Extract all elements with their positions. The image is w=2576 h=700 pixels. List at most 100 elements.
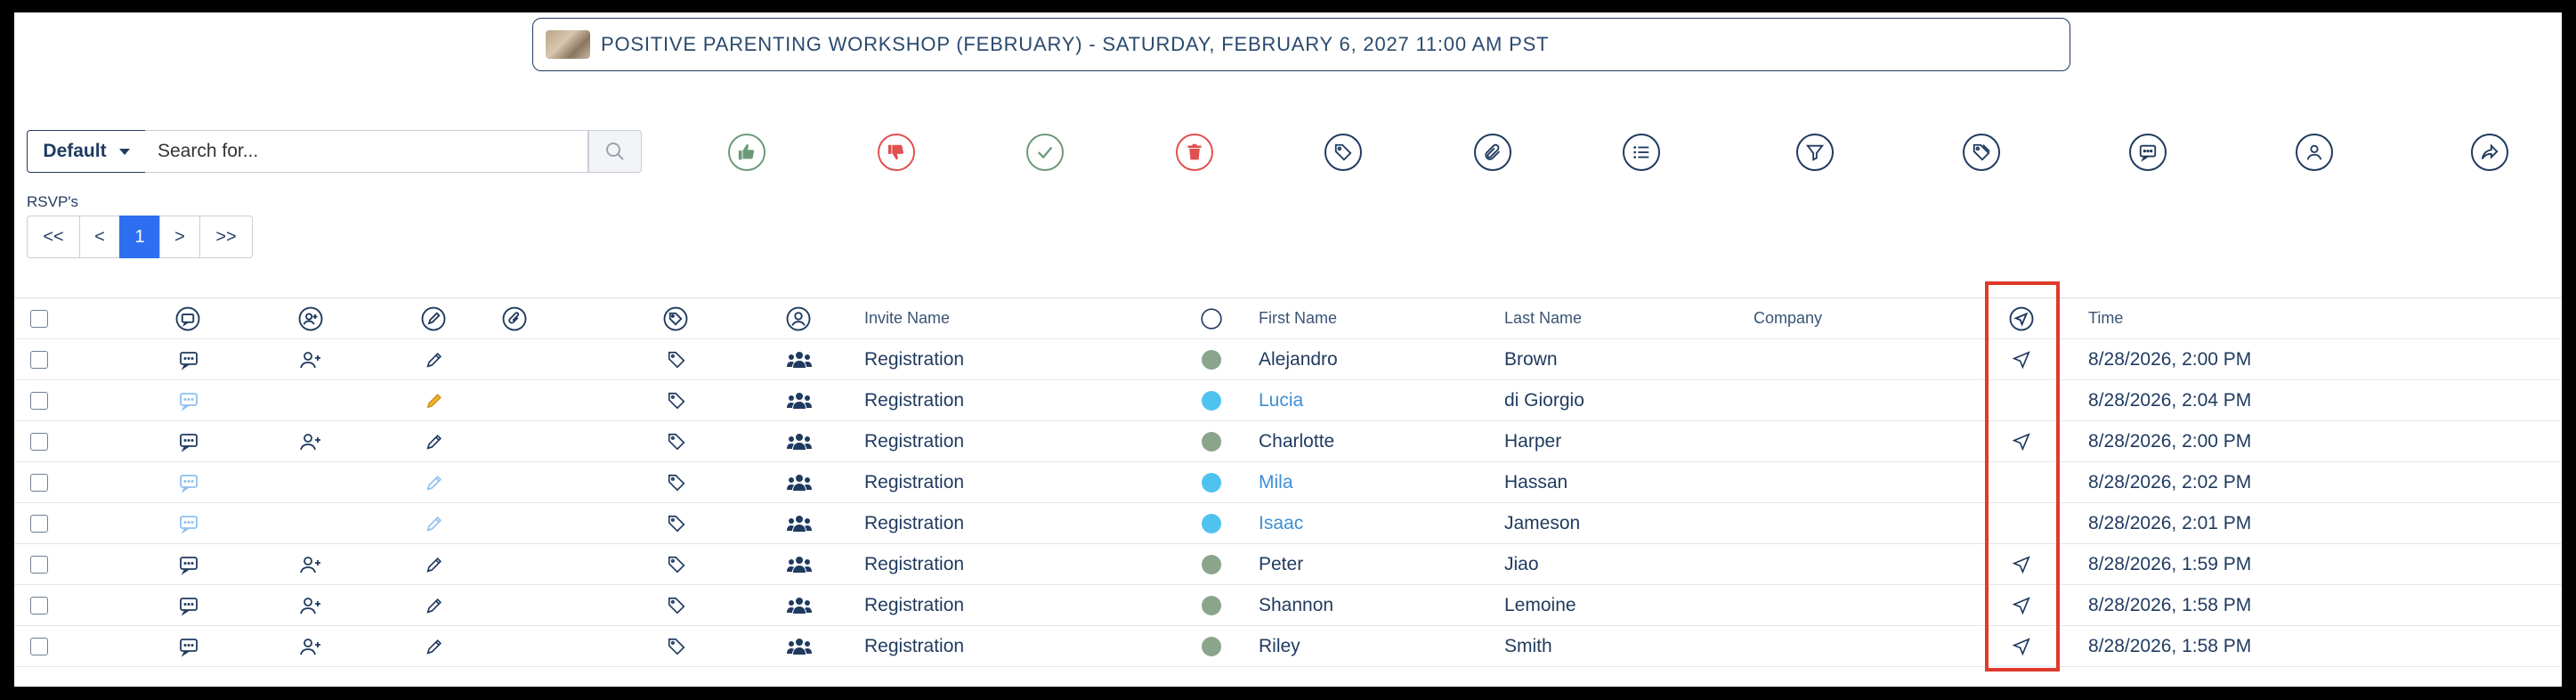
first-page-button[interactable]: << bbox=[27, 216, 80, 258]
table-row[interactable]: Registration Peter Jiao 8/28/2026, 1:59 … bbox=[14, 544, 2562, 585]
row-checkbox[interactable] bbox=[30, 350, 48, 369]
status-column-icon[interactable] bbox=[1200, 307, 1223, 330]
thumbs-up-icon[interactable] bbox=[728, 134, 766, 171]
tag-icon[interactable] bbox=[667, 473, 686, 492]
chat-icon[interactable] bbox=[178, 636, 199, 657]
invite-name: Registration bbox=[864, 512, 965, 533]
table-body: Registration Alejandro Brown 8/28/2026, … bbox=[14, 339, 2562, 667]
add-user-icon[interactable] bbox=[299, 431, 322, 452]
chat-icon[interactable] bbox=[178, 390, 199, 411]
tag-icon[interactable] bbox=[667, 596, 686, 615]
page-1-button[interactable]: 1 bbox=[119, 216, 160, 258]
navigation-arrow-icon[interactable] bbox=[2012, 432, 2031, 452]
chat-column-icon[interactable] bbox=[174, 305, 201, 332]
event-title-bar[interactable]: POSITIVE PARENTING WORKSHOP (FEBRUARY) -… bbox=[532, 18, 2070, 71]
user-circle-icon[interactable] bbox=[2296, 134, 2333, 171]
group-icon[interactable] bbox=[787, 391, 812, 411]
table-row[interactable]: Registration Riley Smith 8/28/2026, 1:58… bbox=[14, 626, 2562, 667]
edit-pencil-icon[interactable] bbox=[425, 596, 444, 615]
last-name: Brown bbox=[1504, 348, 1558, 370]
row-checkbox[interactable] bbox=[30, 391, 48, 410]
table-row[interactable]: Registration Isaac Jameson 8/28/2026, 2:… bbox=[14, 503, 2562, 544]
group-icon[interactable] bbox=[787, 432, 812, 452]
group-icon[interactable] bbox=[787, 514, 812, 533]
tag-icon[interactable] bbox=[667, 350, 686, 370]
paperclip-icon[interactable] bbox=[1474, 134, 1511, 171]
edit-column-icon[interactable] bbox=[420, 305, 447, 332]
edit-pencil-icon[interactable] bbox=[425, 555, 444, 574]
row-checkbox[interactable] bbox=[30, 596, 48, 615]
row-checkbox[interactable] bbox=[30, 514, 48, 533]
chat-icon[interactable] bbox=[178, 595, 199, 616]
navigation-column-icon[interactable] bbox=[2008, 305, 2035, 332]
row-checkbox[interactable] bbox=[30, 637, 48, 655]
header-time[interactable]: Time bbox=[2088, 298, 2123, 338]
user-column-icon[interactable] bbox=[785, 305, 812, 332]
edit-pencil-icon[interactable] bbox=[425, 350, 444, 370]
search-button[interactable] bbox=[588, 130, 642, 173]
edit-pencil-icon[interactable] bbox=[425, 637, 444, 656]
add-user-icon[interactable] bbox=[299, 554, 322, 575]
tag-icon[interactable] bbox=[667, 514, 686, 533]
tag-icon[interactable] bbox=[1324, 134, 1362, 171]
prev-page-button[interactable]: < bbox=[79, 216, 120, 258]
header-invite-name[interactable]: Invite Name bbox=[864, 298, 950, 338]
chat-icon[interactable] bbox=[178, 472, 199, 493]
group-icon[interactable] bbox=[787, 596, 812, 615]
table-row[interactable]: Registration Lucia di Giorgio 8/28/2026,… bbox=[14, 380, 2562, 421]
tags-icon[interactable] bbox=[1963, 134, 2000, 171]
header-last-name[interactable]: Last Name bbox=[1504, 298, 1582, 338]
table-row[interactable]: Registration Mila Hassan 8/28/2026, 2:02… bbox=[14, 462, 2562, 503]
view-select-button[interactable]: Default bbox=[27, 130, 146, 173]
filter-icon[interactable] bbox=[1796, 134, 1834, 171]
chat-icon[interactable] bbox=[178, 554, 199, 575]
edit-pencil-icon[interactable] bbox=[425, 432, 444, 452]
first-name[interactable]: Isaac bbox=[1259, 503, 1303, 543]
add-user-column-icon[interactable] bbox=[297, 305, 324, 332]
tag-icon[interactable] bbox=[667, 432, 686, 452]
row-checkbox[interactable] bbox=[30, 473, 48, 492]
search-input[interactable] bbox=[145, 130, 588, 173]
next-page-button[interactable]: > bbox=[159, 216, 200, 258]
table-row[interactable]: Registration Charlotte Harper 8/28/2026,… bbox=[14, 421, 2562, 462]
group-icon[interactable] bbox=[787, 473, 812, 492]
chat-icon[interactable] bbox=[2129, 134, 2167, 171]
invite-name: Registration bbox=[864, 348, 965, 370]
edit-pencil-icon[interactable] bbox=[425, 473, 444, 492]
row-checkbox[interactable] bbox=[30, 555, 48, 574]
edit-pencil-icon[interactable] bbox=[425, 391, 444, 411]
navigation-arrow-icon[interactable] bbox=[2012, 596, 2031, 615]
first-name[interactable]: Mila bbox=[1259, 462, 1293, 502]
add-user-icon[interactable] bbox=[299, 595, 322, 616]
row-checkbox[interactable] bbox=[30, 432, 48, 451]
table-row[interactable]: Registration Shannon Lemoine 8/28/2026, … bbox=[14, 585, 2562, 626]
tag-column-icon[interactable] bbox=[662, 305, 689, 332]
attachment-column-icon[interactable] bbox=[501, 305, 528, 332]
list-icon[interactable] bbox=[1623, 134, 1660, 171]
tag-icon[interactable] bbox=[667, 391, 686, 411]
table-row[interactable]: Registration Alejandro Brown 8/28/2026, … bbox=[14, 339, 2562, 380]
edit-pencil-icon[interactable] bbox=[425, 514, 444, 533]
group-icon[interactable] bbox=[787, 637, 812, 656]
select-all-checkbox[interactable] bbox=[30, 309, 48, 328]
share-icon[interactable] bbox=[2471, 134, 2508, 171]
last-page-button[interactable]: >> bbox=[199, 216, 253, 258]
trash-icon[interactable] bbox=[1176, 134, 1213, 171]
navigation-arrow-icon[interactable] bbox=[2012, 350, 2031, 370]
check-circle-icon[interactable] bbox=[1026, 134, 1064, 171]
header-first-name[interactable]: First Name bbox=[1259, 298, 1337, 338]
chat-icon[interactable] bbox=[178, 349, 199, 370]
group-icon[interactable] bbox=[787, 350, 812, 370]
chat-icon[interactable] bbox=[178, 513, 199, 534]
tag-icon[interactable] bbox=[667, 637, 686, 656]
add-user-icon[interactable] bbox=[299, 636, 322, 657]
group-icon[interactable] bbox=[787, 555, 812, 574]
navigation-arrow-icon[interactable] bbox=[2012, 555, 2031, 574]
first-name[interactable]: Lucia bbox=[1259, 380, 1303, 420]
add-user-icon[interactable] bbox=[299, 349, 322, 370]
tag-icon[interactable] bbox=[667, 555, 686, 574]
chat-icon[interactable] bbox=[178, 431, 199, 452]
thumbs-down-icon[interactable] bbox=[878, 134, 915, 171]
header-company[interactable]: Company bbox=[1754, 298, 1822, 338]
navigation-arrow-icon[interactable] bbox=[2012, 637, 2031, 656]
